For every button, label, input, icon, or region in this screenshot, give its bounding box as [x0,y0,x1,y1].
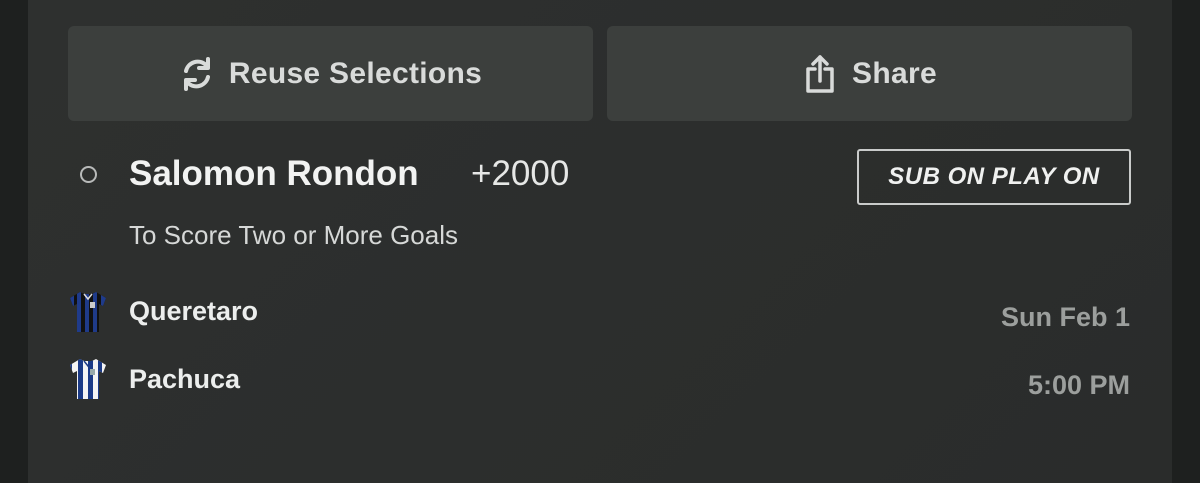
player-name: Salomon Rondon [129,154,419,193]
pachuca-jersey-icon [68,357,108,401]
reuse-selections-label: Reuse Selections [228,56,483,90]
badge-label: SUB ON PLAY ON [888,163,1100,190]
selection-radio[interactable] [80,166,97,183]
selection-odds: +2000 [471,154,570,193]
away-team-name: Pachuca [129,364,241,394]
market-description: To Score Two or More Goals [129,220,458,250]
screen: Reuse Selections Share Salomon Rondon +2… [0,0,1200,483]
home-team-name: Queretaro [129,296,259,326]
refresh-icon [179,54,215,94]
share-icon [802,54,838,94]
reuse-selections-button[interactable]: Reuse Selections [68,26,593,121]
bet-card: Reuse Selections Share Salomon Rondon +2… [28,0,1172,483]
sub-on-play-on-badge: SUB ON PLAY ON [857,149,1131,205]
share-button[interactable]: Share [607,26,1132,121]
match-date: Sun Feb 1 [1000,302,1130,332]
match-time: 5:00 PM [1027,370,1130,400]
queretaro-jersey-icon [68,290,108,334]
share-label: Share [852,56,937,90]
